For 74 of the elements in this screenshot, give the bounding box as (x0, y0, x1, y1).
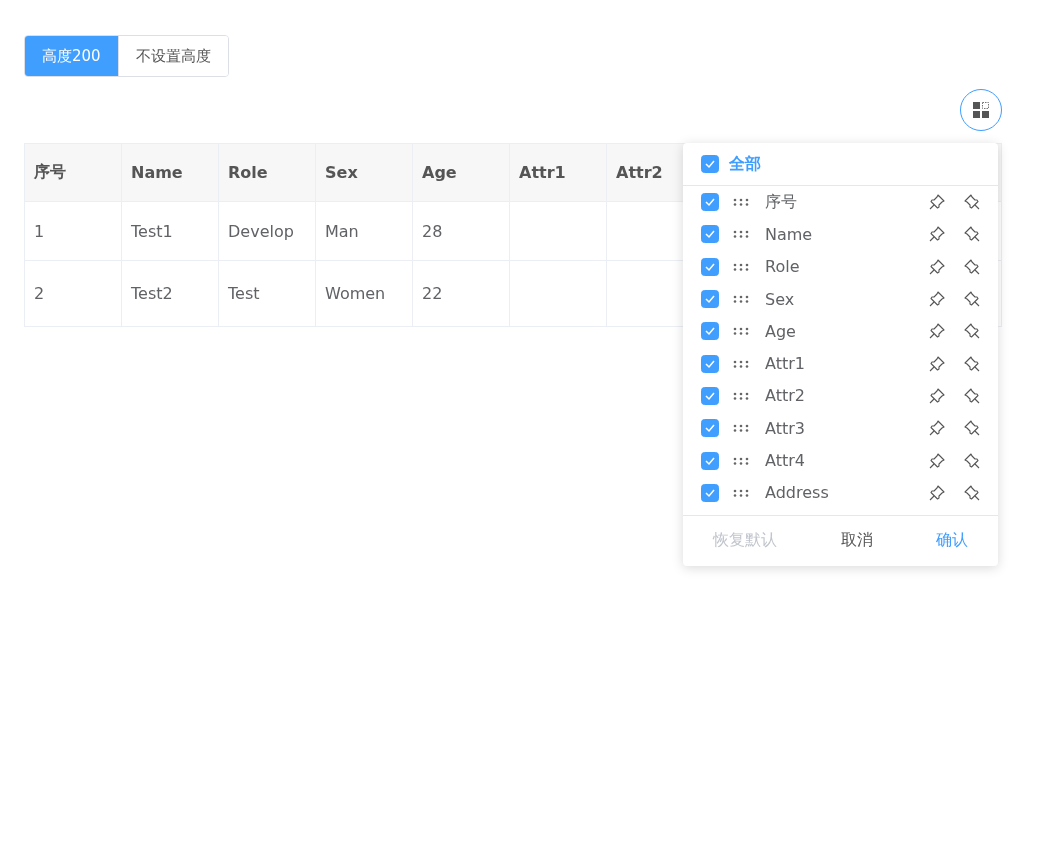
column-name: Attr2 (765, 386, 806, 406)
table-cell: 1 (24, 201, 122, 261)
pin-icon[interactable] (928, 483, 946, 502)
checkbox[interactable] (701, 386, 719, 405)
table-cell: Women (315, 260, 413, 327)
select-all-label[interactable]: 全部 (729, 153, 761, 175)
column-header: Name (121, 143, 219, 202)
column-name: Sex (765, 289, 796, 309)
pin-icon[interactable] (928, 225, 946, 244)
cancel-button[interactable]: 取消 (838, 526, 875, 556)
column-header: Age (412, 143, 510, 202)
pin-icon[interactable] (928, 419, 946, 438)
column-name: Role (765, 257, 801, 277)
checkbox[interactable] (701, 483, 719, 502)
pin-icon[interactable] (963, 451, 981, 470)
drag-handle-icon[interactable] (733, 295, 749, 304)
column-name: Name (765, 224, 814, 244)
pin-icon[interactable] (928, 451, 946, 470)
pin-icon[interactable] (928, 354, 946, 373)
drag-handle-icon[interactable] (733, 424, 749, 433)
pin-icon[interactable] (963, 419, 981, 438)
table-cell: Test (218, 260, 316, 327)
checkbox[interactable] (701, 451, 719, 470)
pin-icon[interactable] (928, 322, 946, 341)
confirm-button[interactable]: 确认 (934, 526, 970, 556)
drag-handle-icon[interactable] (733, 391, 749, 400)
checkbox[interactable] (701, 354, 719, 373)
column-name: Attr3 (765, 418, 806, 438)
table-cell: 28 (412, 201, 510, 261)
table-cell: 2 (24, 260, 122, 327)
checkbox[interactable] (701, 322, 719, 341)
pin-icon[interactable] (928, 386, 946, 405)
pin-icon[interactable] (963, 354, 981, 373)
pin-icon[interactable] (963, 322, 981, 341)
column-name: 序号 (765, 191, 798, 213)
checkbox[interactable] (701, 290, 719, 309)
table-cell: Test1 (121, 201, 219, 261)
table-cell: Test2 (121, 260, 219, 327)
column-header: Attr1 (509, 143, 607, 202)
checkbox[interactable] (701, 155, 719, 173)
pin-icon[interactable] (928, 193, 946, 212)
drag-handle-icon[interactable] (733, 198, 749, 207)
column-header: Sex (315, 143, 413, 202)
drag-handle-icon[interactable] (733, 262, 749, 271)
height-option-button[interactable]: 高度200 (25, 36, 118, 76)
checkbox[interactable] (701, 193, 719, 212)
column-header: Role (218, 143, 316, 202)
pin-icon[interactable] (963, 225, 981, 244)
table-cell: 22 (412, 260, 510, 327)
column-name: Attr4 (765, 451, 806, 470)
column-name: Address (765, 483, 830, 503)
pin-icon[interactable] (963, 290, 981, 309)
height-option-button[interactable]: 不设置高度 (117, 36, 228, 76)
table-cell: Man (315, 201, 413, 261)
column-header: 序号 (24, 143, 122, 202)
pin-icon[interactable] (963, 386, 981, 405)
pin-icon[interactable] (963, 193, 981, 212)
pin-icon[interactable] (928, 257, 946, 276)
drag-handle-icon[interactable] (733, 488, 749, 497)
checkbox[interactable] (701, 257, 719, 276)
drag-handle-icon[interactable] (733, 327, 749, 336)
table-cell: Develop (218, 201, 316, 261)
column-settings-button[interactable] (960, 89, 1002, 131)
drag-handle-icon[interactable] (733, 359, 749, 368)
grid-icon (972, 101, 990, 119)
drag-handle-icon[interactable] (733, 230, 749, 239)
pin-icon[interactable] (928, 290, 946, 309)
drag-handle-icon[interactable] (733, 456, 749, 465)
checkbox[interactable] (701, 225, 719, 244)
column-name: Attr1 (765, 354, 806, 374)
column-name: Age (765, 321, 797, 341)
pin-icon[interactable] (963, 257, 981, 276)
checkbox[interactable] (701, 419, 719, 438)
pin-icon[interactable] (963, 483, 981, 502)
